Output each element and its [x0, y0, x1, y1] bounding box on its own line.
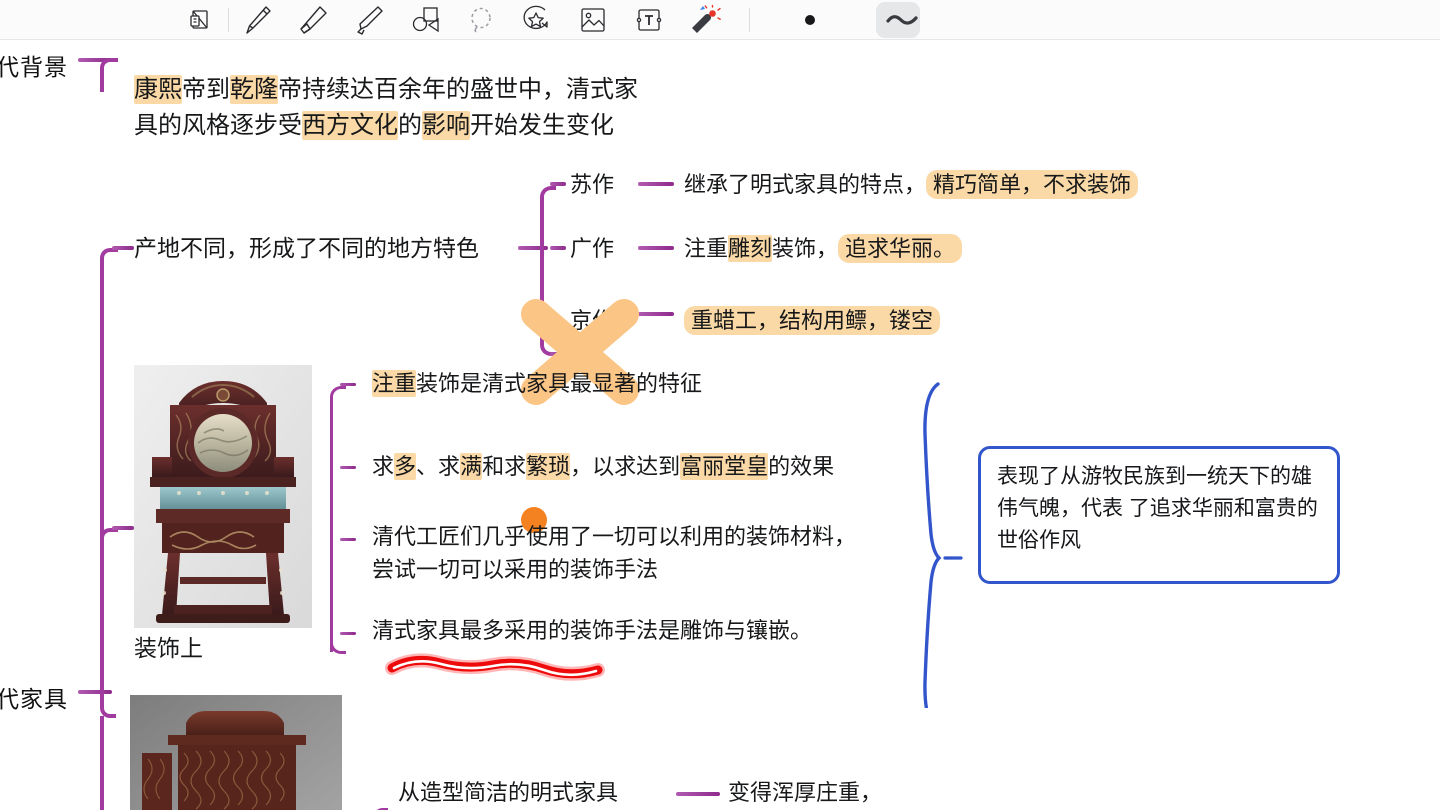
decoration-bracket-vertical [330, 418, 333, 652]
trunk-corner-era [100, 58, 118, 92]
qing-carved-armchair-photo[interactable] [130, 695, 342, 810]
detail-suzuo-plain: 继承了明式家具的特点， [684, 172, 927, 197]
node-decoration[interactable]: 装饰上 [134, 632, 203, 665]
node-origin[interactable]: 产地不同，形成了不同的地方特色 [134, 232, 479, 265]
deco4-text: 清式家具最多采用的装饰手法是雕饰与镶嵌。 [372, 618, 813, 643]
deco2-c: 和求 [482, 454, 527, 479]
origin-child-tick-3 [550, 352, 566, 356]
origin-child-corner-top [540, 186, 556, 248]
blue-rounded-box-mark[interactable]: 表现了从游牧民族到一统天下的雄伟气魄，代表 了追求华丽和富贵的世俗作风 [978, 446, 1340, 584]
txt-bg-2b: 的 [398, 112, 422, 139]
node-jingzuo[interactable]: 京作 [570, 304, 614, 337]
image-icon[interactable] [565, 0, 621, 40]
laser-pointer-icon[interactable] [677, 0, 733, 40]
branch-corner-decoration [100, 528, 118, 546]
whiteboard-app: 代背景 代家具 康熙帝到乾隆帝持续达百余年的盛世中，清式家 具的风格逐步受西方文… [0, 0, 1440, 810]
bottom-branch-left[interactable]: 从造型简洁的明式家具 [398, 776, 618, 809]
decoration-tick-2 [340, 466, 356, 469]
hl-influence: 影响 [422, 111, 470, 140]
eraser-icon[interactable] [285, 0, 341, 40]
deco2-hl-duo: 多 [394, 453, 417, 480]
branch-line-decoration [112, 526, 134, 530]
detail-guangzuo-b: 装饰， [772, 236, 839, 261]
qing-armchair-marble-inlay-photo[interactable] [134, 365, 312, 628]
deco2-e: 的效果 [768, 454, 835, 479]
origin-child-tick-2 [550, 246, 566, 250]
deco1-plain: 装饰是清式家具最显著的特征 [416, 371, 703, 396]
decoration-item-4[interactable]: 清式家具最多采用的装饰手法是雕饰与镶嵌。 [372, 614, 812, 647]
deco2-d: ，以求达到 [570, 454, 681, 479]
detail-guangzuo-a: 注重 [684, 236, 729, 261]
stroke-style-button[interactable] [870, 0, 934, 40]
mindmap-canvas[interactable]: 代背景 代家具 康熙帝到乾隆帝持续达百余年的盛世中，清式家 具的风格逐步受西方文… [0, 40, 1440, 810]
txt-bg-rest-1: 帝持续达百余年的盛世中，清式家 [278, 76, 638, 103]
decoration-bracket-top [330, 386, 346, 422]
decoration-tick-3 [340, 538, 356, 541]
branch-corner-origin [100, 248, 118, 266]
detail-guangzuo-hl2: 追求华丽。 [838, 234, 963, 263]
sticker-star-icon[interactable] [509, 0, 565, 40]
decoration-bracket-bottom [330, 618, 346, 654]
red-underline-mark [378, 640, 618, 693]
background-note-text[interactable]: 康熙帝到乾隆帝持续达百余年的盛世中，清式家 具的风格逐步受西方文化的影响开始发生… [134, 72, 694, 144]
node-guangzuo[interactable]: 广作 [570, 232, 614, 265]
decoration-item-1[interactable]: 注重装饰是清式家具最显著的特征 [372, 367, 702, 400]
txt-bg-2a: 具的风格逐步受 [134, 112, 302, 139]
origin-child-vertical [540, 240, 544, 320]
pen-icon[interactable] [229, 0, 285, 40]
detail-jingzuo[interactable]: 重蜡工，结构用鳔，镂空 [684, 304, 941, 337]
bottom-branch-line [676, 792, 720, 796]
deco1-hl: 注重 [372, 370, 417, 397]
decoration-item-3[interactable]: 清代工匠们几乎使用了一切可以利用的装饰材料，尝试一切可以采用的装饰手法 [372, 520, 872, 586]
node-suzuo[interactable]: 苏作 [570, 168, 614, 201]
detail-jingzuo-hl: 重蜡工，结构用鳔，镂空 [684, 306, 941, 335]
toolbar-left-spacer [0, 0, 172, 40]
txt-bg-2c: 开始发生变化 [470, 112, 614, 139]
background-note-line-1: 康熙帝到乾隆帝持续达百余年的盛世中，清式家 [134, 72, 694, 108]
text-box-icon[interactable] [621, 0, 677, 40]
stroke-size-button[interactable] [750, 0, 870, 40]
summary-box-text: 表现了从游牧民族到一统天下的雄伟气魄，代表 了追求华丽和富贵的世俗作风 [997, 465, 1318, 552]
trunk-corner-furniture-bottom [100, 688, 116, 718]
deco3-text: 清代工匠们几乎使用了一切可以利用的装饰材料，尝试一切可以采用的装饰手法 [372, 524, 857, 582]
deco2-hl-fansuo: 繁琐 [526, 453, 571, 480]
detail-guangzuo-hl1: 雕刻 [728, 235, 773, 262]
decoration-item-2[interactable]: 求多、求满和求繁琐，以求达到富丽堂皇的效果 [372, 450, 834, 483]
suzuo-detail-line [638, 182, 674, 186]
hl-kangxi: 康熙 [134, 75, 182, 104]
detail-guangzuo[interactable]: 注重雕刻装饰， 追求华丽。 [684, 232, 963, 265]
origin-child-tick-1 [550, 182, 566, 186]
txt-dizhi: 帝到 [182, 76, 230, 103]
shapes-icon[interactable] [397, 0, 453, 40]
hl-qianlong: 乾隆 [230, 75, 278, 104]
lasso-icon[interactable] [453, 0, 509, 40]
guangzuo-detail-line [638, 246, 674, 250]
trunk-furniture-vertical [100, 258, 104, 690]
deco2-hl-man: 满 [460, 453, 483, 480]
branch-line-origin [112, 246, 134, 250]
background-note-line-2: 具的风格逐步受西方文化的影响开始发生变化 [134, 108, 694, 144]
jingzuo-detail-line [638, 312, 674, 316]
bottom-branch-right[interactable]: 变得浑厚庄重， [728, 776, 882, 809]
root-branch-label-furniture[interactable]: 代家具 [0, 680, 68, 714]
decoration-tick-4 [340, 632, 356, 635]
origin-child-corner-bottom [540, 312, 556, 356]
detail-suzuo-hl: 精巧简单，不求装饰 [926, 170, 1139, 199]
decoration-tick-1 [340, 383, 356, 386]
root-branch-label-era[interactable]: 代背景 [0, 48, 68, 82]
deco2-hl-fulitanghuang: 富丽堂皇 [680, 453, 769, 480]
deco2-a: 求 [372, 454, 395, 479]
detail-suzuo[interactable]: 继承了明式家具的特点， 精巧简单，不求装饰 [684, 168, 1139, 201]
page-layer-icon[interactable] [172, 0, 228, 40]
highlighter-icon[interactable] [341, 0, 397, 40]
drawing-toolbar [0, 0, 1440, 40]
hl-western-culture: 西方文化 [302, 111, 398, 140]
trunk-furniture-tail [100, 716, 104, 810]
deco2-b: 、求 [416, 454, 461, 479]
